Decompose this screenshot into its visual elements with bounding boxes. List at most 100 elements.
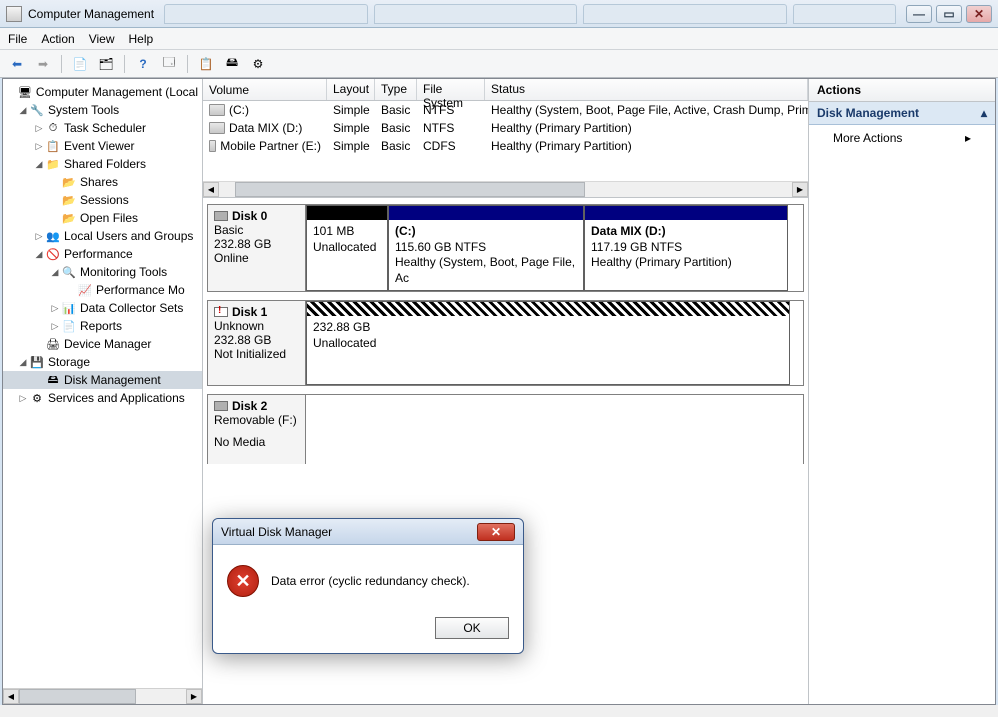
- tree-task-scheduler-label: Task Scheduler: [64, 121, 146, 135]
- tree-services[interactable]: ▷⚙Services and Applications: [3, 389, 202, 407]
- toolbar-btn-1[interactable]: 📄: [69, 53, 91, 75]
- disk-state: No Media: [214, 435, 299, 449]
- maximize-button[interactable]: ▭: [936, 5, 962, 23]
- disk-info[interactable]: Disk 1 Unknown 232.88 GB Not Initialized: [208, 301, 306, 385]
- volume-row[interactable]: (C:) Simple Basic NTFS Healthy (System, …: [203, 101, 808, 119]
- col-layout[interactable]: Layout: [327, 79, 375, 100]
- menu-file[interactable]: File: [8, 32, 27, 46]
- tree-data-collector[interactable]: ▷📊Data Collector Sets: [3, 299, 202, 317]
- help-icon[interactable]: ?: [132, 53, 154, 75]
- scroll-thumb[interactable]: [19, 689, 136, 704]
- disk-block: Disk 0 Basic 232.88 GB Online 101 MB Una…: [207, 204, 804, 292]
- disk-partition[interactable]: Data MIX (D:) 117.19 GB NTFS Healthy (Pr…: [584, 205, 788, 291]
- tree-pane: 🖥Computer Management (Local ◢🔧System Too…: [3, 79, 203, 704]
- disk-partition[interactable]: 101 MB Unallocated: [306, 205, 388, 291]
- tree-sessions[interactable]: 📂Sessions: [3, 191, 202, 209]
- scroll-right-icon[interactable]: ▶: [186, 689, 202, 704]
- drive-icon: [209, 122, 225, 134]
- actions-section-label: Disk Management: [817, 106, 919, 120]
- col-filesystem[interactable]: File System: [417, 79, 485, 100]
- col-volume[interactable]: Volume: [203, 79, 327, 100]
- tree-horizontal-scrollbar[interactable]: ◀ ▶: [3, 688, 202, 704]
- back-button[interactable]: ⬅: [6, 53, 28, 75]
- tree-performance-monitor[interactable]: 📈Performance Mo: [3, 281, 202, 299]
- toolbar-btn-2[interactable]: 🗂: [95, 53, 117, 75]
- volume-row[interactable]: Data MIX (D:) Simple Basic NTFS Healthy …: [203, 119, 808, 137]
- disk-partition[interactable]: 232.88 GB Unallocated: [306, 301, 790, 385]
- volume-table-header: Volume Layout Type File System Status: [203, 79, 808, 101]
- tree-disk-management[interactable]: 🖴Disk Management: [3, 371, 202, 389]
- tree-storage[interactable]: ◢💾Storage: [3, 353, 202, 371]
- tree-monitoring-tools-label: Monitoring Tools: [80, 265, 167, 279]
- volume-table: Volume Layout Type File System Status (C…: [203, 79, 808, 198]
- menu-action[interactable]: Action: [41, 32, 74, 46]
- volume-name: Mobile Partner (E:): [220, 139, 321, 153]
- tree-shared-folders[interactable]: ◢📁Shared Folders: [3, 155, 202, 173]
- dialog-titlebar[interactable]: Virtual Disk Manager ✕: [213, 519, 523, 545]
- error-dialog: Virtual Disk Manager ✕ ✕ Data error (cyc…: [212, 518, 524, 654]
- tree-task-scheduler[interactable]: ▷⏱Task Scheduler: [3, 119, 202, 137]
- tree-root[interactable]: 🖥Computer Management (Local: [3, 83, 202, 101]
- tree-open-files-label: Open Files: [80, 211, 138, 225]
- minimize-button[interactable]: —: [906, 5, 932, 23]
- window-titlebar: Computer Management — ▭ ✕: [0, 0, 998, 28]
- tree-device-manager-label: Device Manager: [64, 337, 151, 351]
- close-button[interactable]: ✕: [966, 5, 992, 23]
- scroll-thumb[interactable]: [235, 182, 585, 197]
- tree-open-files[interactable]: 📂Open Files: [3, 209, 202, 227]
- disk-type: Basic: [214, 223, 299, 237]
- tree-performance-label: Performance: [64, 247, 133, 261]
- actions-section[interactable]: Disk Management ▴: [809, 102, 995, 125]
- actions-more-label: More Actions: [833, 131, 902, 145]
- tree-device-manager[interactable]: 🖨Device Manager: [3, 335, 202, 353]
- disk-partition[interactable]: (C:) 115.60 GB NTFS Healthy (System, Boo…: [388, 205, 584, 291]
- disk-info[interactable]: Disk 2 Removable (F:) No Media: [208, 395, 306, 464]
- partition-bar: [389, 206, 583, 220]
- menu-view[interactable]: View: [89, 32, 115, 46]
- disk-icon: [214, 401, 228, 411]
- disk-type: Removable (F:): [214, 413, 299, 427]
- tree-local-users[interactable]: ▷👥Local Users and Groups: [3, 227, 202, 245]
- partition-status: Unallocated: [313, 336, 783, 352]
- tree-reports[interactable]: ▷📄Reports: [3, 317, 202, 335]
- toolbar-btn-5[interactable]: 🖴: [221, 53, 243, 75]
- partition-status: Healthy (Primary Partition): [591, 255, 781, 271]
- volume-layout: Simple: [327, 121, 375, 135]
- tree-monitoring-tools[interactable]: ◢🔍Monitoring Tools: [3, 263, 202, 281]
- volume-fs: NTFS: [417, 103, 485, 117]
- scroll-left-icon[interactable]: ◀: [203, 182, 219, 197]
- tree-data-collector-label: Data Collector Sets: [80, 301, 183, 315]
- col-status[interactable]: Status: [485, 79, 808, 100]
- volume-horizontal-scrollbar[interactable]: ◀ ▶: [203, 181, 808, 197]
- tree-reports-label: Reports: [80, 319, 122, 333]
- volume-row[interactable]: Mobile Partner (E:) Simple Basic CDFS He…: [203, 137, 808, 155]
- volume-layout: Simple: [327, 103, 375, 117]
- tree-event-viewer[interactable]: ▷📋Event Viewer: [3, 137, 202, 155]
- volume-type: Basic: [375, 121, 417, 135]
- scroll-right-icon[interactable]: ▶: [792, 182, 808, 197]
- col-type[interactable]: Type: [375, 79, 417, 100]
- tree-event-viewer-label: Event Viewer: [64, 139, 134, 153]
- toolbar-btn-4[interactable]: 📋: [195, 53, 217, 75]
- actions-more[interactable]: More Actions ▸: [809, 125, 995, 151]
- toolbar-btn-3[interactable]: 🗔: [158, 53, 180, 75]
- tree-performance[interactable]: ◢🚫Performance: [3, 245, 202, 263]
- ok-button[interactable]: OK: [435, 617, 509, 639]
- disk-size: 232.88 GB: [214, 237, 299, 251]
- disk-block: Disk 1 Unknown 232.88 GB Not Initialized…: [207, 300, 804, 386]
- forward-button[interactable]: ➡: [32, 53, 54, 75]
- dialog-close-button[interactable]: ✕: [477, 523, 515, 541]
- drive-icon: [209, 104, 225, 116]
- tree-system-tools[interactable]: ◢🔧System Tools: [3, 101, 202, 119]
- partition-size: 115.60 GB NTFS: [395, 240, 577, 256]
- status-bar: [0, 705, 998, 717]
- menu-help[interactable]: Help: [129, 32, 154, 46]
- background-tabs: [164, 4, 896, 24]
- actions-pane: Actions Disk Management ▴ More Actions ▸: [809, 79, 995, 704]
- scroll-left-icon[interactable]: ◀: [3, 689, 19, 704]
- disk-type: Unknown: [214, 319, 299, 333]
- app-icon: [6, 6, 22, 22]
- toolbar-btn-6[interactable]: ⚙: [247, 53, 269, 75]
- disk-info[interactable]: Disk 0 Basic 232.88 GB Online: [208, 205, 306, 291]
- tree-shares[interactable]: 📂Shares: [3, 173, 202, 191]
